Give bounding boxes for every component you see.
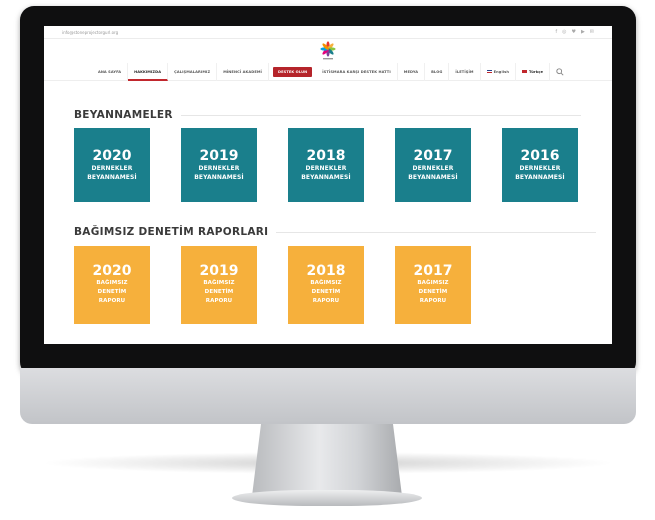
donate-button[interactable]: DESTEK OLUN xyxy=(273,66,313,77)
tile-year: 2017 xyxy=(413,263,453,279)
tile-year: 2017 xyxy=(413,147,453,164)
declarations-heading-text: BEYANNAMELER xyxy=(74,109,173,121)
heading-divider xyxy=(276,231,597,233)
audit-reports-heading: BAĞIMSIZ DENETİM RAPORLARI xyxy=(74,226,597,238)
turkey-flag-icon xyxy=(522,70,528,73)
tile-year: 2020 xyxy=(92,147,132,164)
main-navigation: ANA SAYFA HAKKIMIZDA ÇALIŞMALARIMIZ MİNE… xyxy=(44,62,612,81)
tile-label-line2: DENETİM xyxy=(418,289,448,295)
tile-label-line3: RAPORU xyxy=(419,298,447,304)
declaration-2017-tile[interactable]: 2017 DERNEKLER BEYANNAMESİ xyxy=(395,128,471,202)
tile-label-line1: DERNEKLER xyxy=(519,164,561,172)
organization-logo-icon[interactable] xyxy=(317,40,339,62)
tile-label-line1: BAĞIMSIZ xyxy=(310,280,342,286)
language-english[interactable]: English xyxy=(481,62,517,81)
tile-label-line1: BAĞIMSIZ xyxy=(417,280,449,286)
heading-divider xyxy=(180,114,581,116)
nav-item-academy[interactable]: MİNENCİ AKADEMİ xyxy=(217,62,269,81)
tile-label-line3: RAPORU xyxy=(312,298,340,304)
audit-report-2019-tile[interactable]: 2019 BAĞIMSIZ DENETİM RAPORU xyxy=(181,246,257,324)
tile-label-line2: DENETİM xyxy=(97,289,127,295)
nav-item-blog[interactable]: BLOG xyxy=(425,62,450,81)
tile-label-line1: BAĞIMSIZ xyxy=(96,280,128,286)
contact-email-link[interactable]: info@stoneprojectorgurl.org xyxy=(62,30,118,35)
declarations-heading: BEYANNAMELER xyxy=(74,109,581,121)
monitor-chin xyxy=(20,368,636,424)
tile-label-line1: DERNEKLER xyxy=(198,164,240,172)
tile-label-line2: BEYANNAMESİ xyxy=(87,173,137,181)
declaration-2016-tile[interactable]: 2016 DERNEKLER BEYANNAMESİ xyxy=(502,128,578,202)
tile-year: 2019 xyxy=(199,263,239,279)
tile-year: 2018 xyxy=(306,263,346,279)
mail-icon[interactable]: ✉ xyxy=(590,29,594,35)
declaration-2019-tile[interactable]: 2019 DERNEKLER BEYANNAMESİ xyxy=(181,128,257,202)
tile-year: 2016 xyxy=(520,147,560,164)
instagram-icon[interactable]: ◎ xyxy=(562,29,566,35)
tile-label-line2: DENETİM xyxy=(311,289,341,295)
language-turkish-label: Türkçe xyxy=(529,69,544,74)
audit-report-2018-tile[interactable]: 2018 BAĞIMSIZ DENETİM RAPORU xyxy=(288,246,364,324)
tile-label-line1: BAĞIMSIZ xyxy=(203,280,235,286)
monitor-stand xyxy=(252,424,402,496)
tile-label-line2: BEYANNAMESİ xyxy=(194,173,244,181)
audit-reports-heading-text: BAĞIMSIZ DENETİM RAPORLARI xyxy=(74,226,269,238)
nav-item-home[interactable]: ANA SAYFA xyxy=(92,62,129,81)
nav-item-support-line[interactable]: İSTİSMARA KARŞI DESTEK HATTI xyxy=(316,62,398,81)
tile-label-line2: BEYANNAMESİ xyxy=(408,173,458,181)
search-icon[interactable] xyxy=(556,67,564,76)
tile-label-line3: RAPORU xyxy=(98,298,126,304)
logo-area xyxy=(44,39,612,63)
monitor-stand-base xyxy=(232,490,422,506)
audit-report-2020-tile[interactable]: 2020 BAĞIMSIZ DENETİM RAPORU xyxy=(74,246,150,324)
facebook-icon[interactable]: f xyxy=(555,29,557,35)
tile-label-line1: DERNEKLER xyxy=(412,164,454,172)
language-english-label: English xyxy=(493,69,510,74)
tile-year: 2020 xyxy=(92,263,132,279)
tile-label-line3: RAPORU xyxy=(205,298,233,304)
tile-year: 2018 xyxy=(306,147,346,164)
tile-label-line1: DERNEKLER xyxy=(91,164,133,172)
declaration-2020-tile[interactable]: 2020 DERNEKLER BEYANNAMESİ xyxy=(74,128,150,202)
declaration-2018-tile[interactable]: 2018 DERNEKLER BEYANNAMESİ xyxy=(288,128,364,202)
tile-label-line2: DENETİM xyxy=(204,289,234,295)
nav-item-media[interactable]: MEDYA xyxy=(398,62,426,81)
tile-label-line2: BEYANNAMESİ xyxy=(515,173,565,181)
language-turkish[interactable]: Türkçe xyxy=(516,62,551,81)
tile-label-line1: DERNEKLER xyxy=(305,164,347,172)
browser-screen: info@stoneprojectorgurl.org f ◎ ♥ ▶ ✉ AN… xyxy=(44,26,612,344)
nav-item-about[interactable]: HAKKIMIZDA xyxy=(128,62,169,81)
social-links: f ◎ ♥ ▶ ✉ xyxy=(555,29,594,35)
youtube-icon[interactable]: ▶ xyxy=(581,29,585,35)
twitter-icon[interactable]: ♥ xyxy=(571,29,575,35)
uk-flag-icon xyxy=(486,70,492,73)
nav-item-contact[interactable]: İLETİŞİM xyxy=(449,62,481,81)
nav-item-works[interactable]: ÇALIŞMALARIMIZ xyxy=(168,62,218,81)
audit-report-2017-tile[interactable]: 2017 BAĞIMSIZ DENETİM RAPORU xyxy=(395,246,471,324)
tile-label-line2: BEYANNAMESİ xyxy=(301,173,351,181)
tile-year: 2019 xyxy=(199,147,239,164)
top-bar: info@stoneprojectorgurl.org f ◎ ♥ ▶ ✉ xyxy=(44,26,612,39)
